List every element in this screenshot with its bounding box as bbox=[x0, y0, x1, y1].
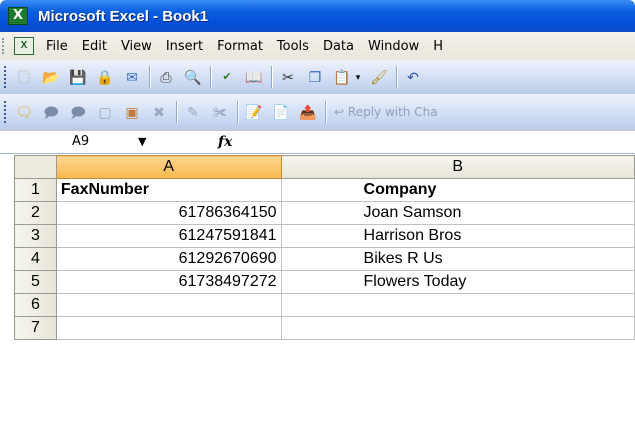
toolbar-separator bbox=[176, 101, 177, 123]
table-row: 7 bbox=[14, 316, 635, 340]
formula-bar: A9 ▼ fx bbox=[0, 130, 635, 154]
formula-input[interactable] bbox=[240, 131, 635, 153]
menu-insert[interactable]: Insert bbox=[166, 39, 203, 54]
table-row: 3 61247591841 Harrison Bros bbox=[14, 224, 635, 248]
print-icon[interactable]: ⎙ bbox=[155, 66, 177, 88]
column-header-b[interactable]: B bbox=[280, 155, 635, 179]
menu-view[interactable]: View bbox=[121, 39, 152, 54]
cell-b7[interactable] bbox=[280, 316, 635, 340]
row-header[interactable]: 3 bbox=[14, 224, 57, 248]
insert-function-icon[interactable]: fx bbox=[218, 134, 232, 150]
email-icon[interactable]: ✉ bbox=[121, 66, 143, 88]
toolbar-separator bbox=[237, 101, 238, 123]
undo-icon[interactable]: ↶ bbox=[402, 66, 424, 88]
toolbar-grip-handle[interactable] bbox=[4, 101, 8, 123]
toolbar-separator bbox=[325, 101, 326, 123]
cell-a5[interactable]: 61738497272 bbox=[55, 270, 282, 294]
cut-icon[interactable]: ✂ bbox=[277, 66, 299, 88]
row-header[interactable]: 7 bbox=[14, 316, 57, 340]
copy-icon[interactable]: ❐ bbox=[304, 66, 326, 88]
delete-comment-icon[interactable]: ✖ bbox=[148, 101, 170, 123]
research-icon[interactable]: 📖 bbox=[243, 66, 265, 88]
workbook-icon[interactable]: X bbox=[14, 37, 34, 55]
send-for-review-icon[interactable]: 📤 bbox=[297, 101, 319, 123]
cell-a7[interactable] bbox=[55, 316, 282, 340]
update-file-icon[interactable]: 📄 bbox=[270, 101, 292, 123]
table-row: 1 FaxNumber Company bbox=[14, 178, 635, 202]
column-header-a[interactable]: A bbox=[55, 155, 282, 179]
reviewing-toolbar: 🗨 🗩 🗩 ▢ ▣ ✖ ✎ ✀ 📝 📄 📤 ↩ Reply with Cha bbox=[0, 94, 635, 130]
cell-b6[interactable] bbox=[280, 293, 635, 317]
cell-a3[interactable]: 61247591841 bbox=[55, 224, 282, 248]
toolbar-separator bbox=[149, 66, 150, 88]
chevron-down-icon[interactable]: ▼ bbox=[138, 131, 146, 153]
standard-toolbar: 🗋 📂 💾 🔒 ✉ ⎙ 🔍 ✔ 📖 ✂ ❐ 📋 ▾ 🖌 ↶ bbox=[0, 60, 635, 94]
menu-data[interactable]: Data bbox=[323, 39, 354, 54]
reply-with-changes-button[interactable]: ↩ Reply with Cha bbox=[334, 105, 438, 119]
permission-icon[interactable]: 🔒 bbox=[94, 66, 116, 88]
delete-ink-icon[interactable]: ✀ bbox=[209, 101, 231, 123]
worksheet-grid: A B 1 FaxNumber Company 2 61786364150 Jo… bbox=[14, 155, 635, 340]
ink-annotations-icon[interactable]: ✎ bbox=[182, 101, 204, 123]
cell-a2[interactable]: 61786364150 bbox=[55, 201, 282, 225]
track-changes-icon[interactable]: 📝 bbox=[243, 101, 265, 123]
toolbar-separator bbox=[210, 66, 211, 88]
print-preview-icon[interactable]: 🔍 bbox=[182, 66, 204, 88]
menu-help[interactable]: H bbox=[433, 39, 443, 54]
reply-icon: ↩ bbox=[334, 105, 345, 119]
cell-b4[interactable]: Bikes R Us bbox=[280, 247, 635, 271]
toolbar-grip-handle[interactable] bbox=[4, 66, 8, 88]
table-row: 4 61292670690 Bikes R Us bbox=[14, 247, 635, 271]
menu-format[interactable]: Format bbox=[217, 39, 263, 54]
row-header[interactable]: 1 bbox=[14, 178, 57, 202]
cell-a4[interactable]: 61292670690 bbox=[55, 247, 282, 271]
format-painter-icon[interactable]: 🖌 bbox=[368, 66, 390, 88]
menu-tools[interactable]: Tools bbox=[277, 39, 309, 54]
cell-b1[interactable]: Company bbox=[280, 178, 635, 202]
menu-grip-handle[interactable] bbox=[2, 38, 8, 54]
cell-a1[interactable]: FaxNumber bbox=[55, 178, 282, 202]
row-header[interactable]: 2 bbox=[14, 201, 57, 225]
excel-app-icon[interactable]: X bbox=[8, 7, 28, 25]
cell-b2[interactable]: Joan Samson bbox=[280, 201, 635, 225]
select-all-corner[interactable] bbox=[14, 155, 57, 179]
previous-comment-icon[interactable]: 🗩 bbox=[40, 101, 62, 123]
show-comment-icon[interactable]: ▢ bbox=[94, 101, 116, 123]
paste-icon[interactable]: 📋 bbox=[331, 66, 353, 88]
cell-b3[interactable]: Harrison Bros bbox=[280, 224, 635, 248]
show-all-comments-icon[interactable]: ▣ bbox=[121, 101, 143, 123]
row-header[interactable]: 6 bbox=[14, 293, 57, 317]
spelling-icon[interactable]: ✔ bbox=[216, 66, 238, 88]
menu-window[interactable]: Window bbox=[368, 39, 419, 54]
next-comment-icon[interactable]: 🗩 bbox=[67, 101, 89, 123]
new-comment-icon[interactable]: 🗨 bbox=[13, 101, 35, 123]
menu-edit[interactable]: Edit bbox=[82, 39, 107, 54]
toolbar-separator bbox=[396, 66, 397, 88]
row-header[interactable]: 5 bbox=[14, 270, 57, 294]
table-row: 2 61786364150 Joan Samson bbox=[14, 201, 635, 225]
row-header[interactable]: 4 bbox=[14, 247, 57, 271]
menu-bar: X File Edit View Insert Format Tools Dat… bbox=[0, 32, 635, 60]
paste-dropdown-icon[interactable]: ▾ bbox=[353, 66, 363, 88]
save-icon[interactable]: 💾 bbox=[67, 66, 89, 88]
table-row: 5 61738497272 Flowers Today bbox=[14, 270, 635, 294]
window-title: Microsoft Excel - Book1 bbox=[38, 7, 209, 25]
cell-b5[interactable]: Flowers Today bbox=[280, 270, 635, 294]
title-bar: X Microsoft Excel - Book1 bbox=[0, 0, 635, 32]
cell-a6[interactable] bbox=[55, 293, 282, 317]
name-box[interactable]: A9 ▼ bbox=[60, 131, 200, 153]
toolbar-separator bbox=[271, 66, 272, 88]
new-icon[interactable]: 🗋 bbox=[13, 66, 35, 88]
menu-file[interactable]: File bbox=[46, 39, 68, 54]
reply-label: Reply with Cha bbox=[347, 105, 438, 119]
name-box-value: A9 bbox=[72, 134, 90, 149]
open-folder-icon[interactable]: 📂 bbox=[40, 66, 62, 88]
table-row: 6 bbox=[14, 293, 635, 317]
